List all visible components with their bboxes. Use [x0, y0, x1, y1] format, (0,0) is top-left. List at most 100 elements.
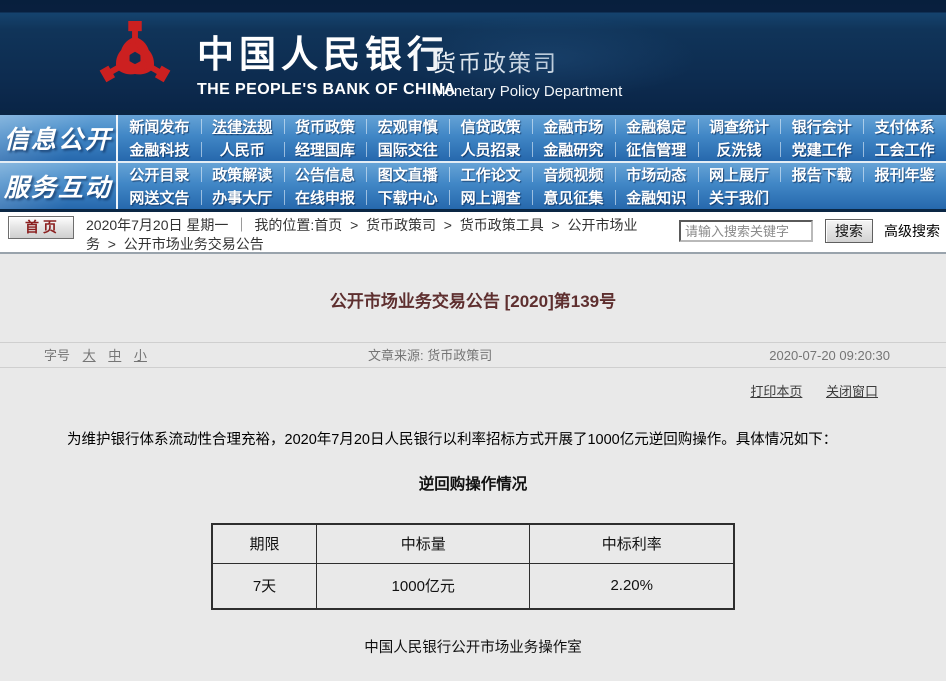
nav-item[interactable]: 在线申报	[284, 186, 367, 209]
nav-item[interactable]: 图文直播	[366, 163, 449, 186]
department-name-cn: 货币政策司	[433, 44, 622, 78]
article-datetime: 2020-07-20 09:20:30	[769, 343, 890, 368]
nav-item-label: 图文直播	[378, 164, 438, 185]
nav-item[interactable]: 信贷政策	[449, 115, 532, 138]
nav-item[interactable]: 金融稳定	[615, 115, 698, 138]
nav-item[interactable]: 网送文告	[118, 186, 201, 209]
department-name-en: Monetary Policy Department	[433, 83, 622, 100]
font-size-large-link[interactable]: 大	[83, 348, 96, 363]
nav-item-label: 网上展厅	[709, 164, 769, 185]
article-actions: 打印本页 关闭窗口	[0, 381, 946, 400]
nav-item[interactable]: 征信管理	[615, 138, 698, 161]
nav-item[interactable]: 支付体系	[863, 115, 946, 138]
source-value: 货币政策司	[427, 348, 492, 363]
nav-item[interactable]: 法律法规	[201, 115, 284, 138]
advanced-search-link[interactable]: 高级搜索	[884, 221, 940, 241]
nav-item-label: 支付体系	[875, 116, 935, 137]
signature-line: 中国人民银行公开市场业务操作室	[0, 636, 946, 657]
nav-item[interactable]: 金融科技	[118, 138, 201, 161]
nav-item-label: 公告信息	[295, 164, 355, 185]
nav-item-label: 办事大厅	[212, 187, 272, 208]
breadcrumb-item[interactable]: 货币政策工具	[460, 217, 544, 233]
home-button[interactable]: 首 页	[8, 216, 74, 239]
nav-item[interactable]: 公开目录	[118, 163, 201, 186]
font-size-small-link[interactable]: 小	[134, 348, 147, 363]
nav-item-label: 政策解读	[212, 164, 272, 185]
nav-item-label: 信贷政策	[461, 116, 521, 137]
close-window-link[interactable]: 关闭窗口	[826, 384, 878, 399]
nav-item[interactable]: 意见征集	[532, 186, 615, 209]
nav-item[interactable]: 新闻发布	[118, 115, 201, 138]
nav-item[interactable]: 关于我们	[698, 186, 781, 209]
department-block: 货币政策司 Monetary Policy Department	[433, 44, 622, 100]
breadcrumb: 2020年7月20日 星期一｜我的位置:首页 > 货币政策司 > 货币政策工具 …	[86, 216, 686, 254]
nav-item-label: 市场动态	[626, 164, 686, 185]
nav-item[interactable]: 下载中心	[366, 186, 449, 209]
breadcrumb-separator: >	[100, 236, 124, 252]
nav-item-label: 宏观审慎	[378, 116, 438, 137]
nav-item[interactable]: 金融市场	[532, 115, 615, 138]
nav-item[interactable]: 调查统计	[698, 115, 781, 138]
nav-item-label: 人员招录	[461, 139, 521, 160]
table-cell: 2.20%	[530, 563, 734, 609]
nav-item[interactable]: 政策解读	[201, 163, 284, 186]
nav-item-label: 征信管理	[626, 139, 686, 160]
breadcrumb-home-link[interactable]: 首页	[314, 217, 342, 233]
nav-item[interactable]: 办事大厅	[201, 186, 284, 209]
bank-name-en: THE PEOPLE'S BANK OF CHINA	[197, 81, 456, 99]
nav-item[interactable]: 工作论文	[449, 163, 532, 186]
nav-item[interactable]: 报刊年鉴	[863, 163, 946, 186]
nav-item[interactable]: 市场动态	[615, 163, 698, 186]
nav-item[interactable]: 人员招录	[449, 138, 532, 161]
nav-item-label: 银行会计	[792, 116, 852, 137]
nav-item-label: 在线申报	[295, 187, 355, 208]
nav-item-label: 调查统计	[709, 116, 769, 137]
nav-item[interactable]: 党建工作	[780, 138, 863, 161]
nav-item[interactable]: 网上展厅	[698, 163, 781, 186]
nav-item[interactable]: 货币政策	[284, 115, 367, 138]
nav-item-label: 法律法规	[212, 116, 272, 137]
nav-item-label: 金融市场	[543, 116, 603, 137]
nav-item[interactable]: 公告信息	[284, 163, 367, 186]
breadcrumb-item[interactable]: 货币政策司	[366, 217, 436, 233]
nav-item[interactable]: 宏观审慎	[366, 115, 449, 138]
nav-item[interactable]: 金融研究	[532, 138, 615, 161]
nav-item[interactable]: 报告下载	[780, 163, 863, 186]
breadcrumb-date: 2020年7月20日 星期一	[86, 217, 228, 233]
nav-section-label[interactable]: 信息公开	[0, 115, 118, 161]
nav-item-label: 关于我们	[709, 187, 769, 208]
nav-item[interactable]: 音频视频	[532, 163, 615, 186]
font-size-medium-link[interactable]: 中	[108, 348, 121, 363]
repo-operations-table: 期限中标量中标利率7天1000亿元2.20%	[211, 523, 735, 610]
search-button[interactable]: 搜索	[825, 219, 873, 243]
breadcrumb-separator: >	[436, 217, 460, 233]
nav-item[interactable]: 人民币	[201, 138, 284, 161]
page-title: 公开市场业务交易公告 [2020]第139号	[0, 287, 946, 312]
nav-item[interactable]: 国际交往	[366, 138, 449, 161]
print-page-link[interactable]: 打印本页	[750, 384, 802, 399]
nav-item-label: 货币政策	[295, 116, 355, 137]
breadcrumb-item[interactable]: 公开市场业务交易公告	[124, 236, 264, 252]
nav-item-label: 反洗钱	[716, 139, 761, 160]
nav-item[interactable]: 网上调查	[449, 186, 532, 209]
article-source: 文章来源: 货币政策司	[368, 343, 492, 368]
bank-name-cn: 中国人民银行	[197, 24, 456, 78]
table-title: 逆回购操作情况	[0, 472, 946, 494]
nav-item[interactable]: 经理国库	[284, 138, 367, 161]
nav-item-label: 报告下载	[792, 164, 852, 185]
breadcrumb-bar: 首 页 2020年7月20日 星期一｜我的位置:首页 > 货币政策司 > 货币政…	[0, 212, 946, 254]
nav-item-label: 国际交往	[378, 139, 438, 160]
search-input[interactable]	[679, 220, 813, 242]
article-body-text: 为维护银行体系流动性合理充裕，2020年7月20日人民银行以利率招标方式开展了1…	[38, 431, 908, 450]
nav-item-label: 金融科技	[129, 139, 189, 160]
nav-section-label[interactable]: 服务互动	[0, 163, 118, 209]
nav-item[interactable]: 银行会计	[780, 115, 863, 138]
pboc-logo-icon[interactable]	[90, 16, 180, 100]
nav-item-label: 下载中心	[378, 187, 438, 208]
nav-item[interactable]: 反洗钱	[698, 138, 781, 161]
nav-item[interactable]: 金融知识	[615, 186, 698, 209]
nav-item-label: 工会工作	[875, 139, 935, 160]
nav-item[interactable]: 工会工作	[863, 138, 946, 161]
nav-item-label: 金融研究	[543, 139, 603, 160]
nav-section-info-disclosure: 信息公开新闻发布法律法规 货币政策 宏观审慎 信贷政策 金融市场金融稳定调查统计 银行会计…	[0, 115, 946, 161]
